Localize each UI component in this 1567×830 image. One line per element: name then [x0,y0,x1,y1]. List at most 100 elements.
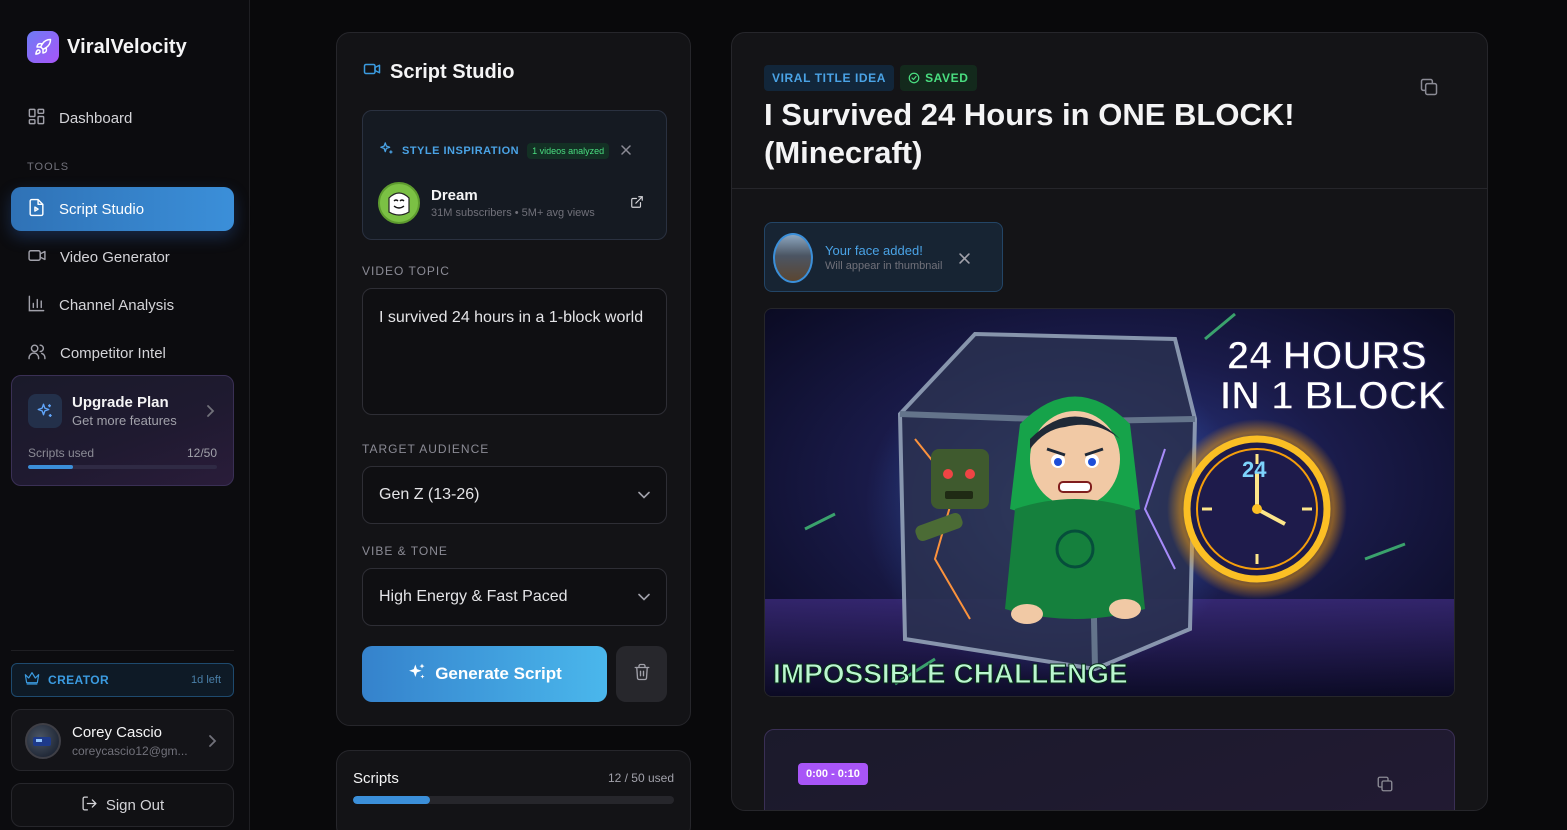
face-added-notice: Your face added! Will appear in thumbnai… [764,222,1003,292]
sidebar-item-label: Channel Analysis [59,296,175,314]
video-title: I Survived 24 Hours in ONE BLOCK! (Minec… [764,97,1295,170]
chevron-right-icon [205,404,215,423]
channel-name: Dream [431,187,478,204]
sparkles-icon [407,662,427,687]
file-play-icon [27,198,46,221]
trash-icon [633,662,651,687]
sidebar-item-label: Script Studio [59,200,145,218]
wand-sparkles-icon [379,141,394,161]
clear-button[interactable] [616,646,667,702]
style-inspiration-label: STYLE INSPIRATION [402,145,520,157]
scripts-usage-count: 12 / 50 used [607,771,674,785]
sidebar-item-label: Dashboard [59,109,133,127]
scripts-usage-card: Scripts 12 / 50 used [336,750,691,830]
check-circle-icon [908,72,920,84]
scripts-usage-progress-fill [353,796,431,804]
upgrade-plan-card[interactable]: Upgrade Plan Get more features Scripts u… [11,375,234,486]
app-logo[interactable]: ViralVelocity [27,31,187,63]
target-audience-value: Gen Z (13-26) [379,486,480,503]
sidebar: ViralVelocity Dashboard TOOLS Script Stu… [0,0,250,830]
channel-stats: 31M subscribers • 5M+ avg views [431,207,595,219]
logout-icon [81,795,98,816]
video-topic-label: VIDEO TOPIC [362,264,450,278]
sidebar-item-competitor-intel[interactable]: Competitor Intel [11,331,234,375]
vibe-tone-label: VIBE & TONE [362,544,448,558]
videos-analyzed-badge: 1 videos analyzed [527,143,610,159]
vibe-tone-select[interactable]: High Energy & Fast Paced [362,568,667,626]
generate-script-button[interactable]: Generate Script [362,646,607,702]
hoodie-character [1005,396,1145,624]
sidebar-item-dashboard[interactable]: Dashboard [11,96,234,140]
copy-icon[interactable] [1376,775,1394,798]
sign-out-label: Sign Out [105,796,165,814]
chevron-right-icon [207,734,217,753]
avatar [25,723,61,759]
rocket-icon [27,31,59,63]
video-camera-icon [362,60,382,84]
user-profile-card[interactable]: Corey Cascio coreycascio12@gm... [11,709,234,771]
user-email: coreycascio12@gm... [72,744,188,758]
video-topic-input[interactable]: I survived 24 hours in a 1-block world [362,288,667,415]
external-link-icon[interactable] [630,195,644,214]
sidebar-item-channel-analysis[interactable]: Channel Analysis [11,283,234,327]
clock-number: 24 [1242,457,1267,482]
saved-badge: SAVED [900,65,977,91]
face-thumbnail [773,233,813,283]
vibe-tone-value: High Energy & Fast Paced [379,588,568,605]
saved-badge-text: SAVED [925,71,969,85]
title-badges: VIRAL TITLE IDEA SAVED [764,65,977,91]
chevron-down-icon [638,491,650,499]
tools-section-heading: TOOLS [27,161,70,173]
thumbnail-headline-line1: 24 HOURS [1227,334,1427,378]
scene-time-badge: 0:00 - 0:10 [798,763,868,785]
close-icon[interactable] [959,251,970,269]
plan-time-left: 1d left [191,674,221,686]
face-added-title: Your face added! [825,243,923,258]
user-name: Corey Cascio [72,724,163,741]
users-icon [27,342,47,365]
plan-name: CREATOR [48,673,110,687]
script-scene-card: 0:00 - 0:10 [764,729,1455,810]
plan-badge[interactable]: CREATOR 1d left [11,663,234,697]
style-inspiration-header: STYLE INSPIRATION 1 videos analyzed [379,141,631,161]
sidebar-item-label: Competitor Intel [60,344,166,362]
upgrade-subtitle: Get more features [72,413,177,428]
sidebar-item-video-generator[interactable]: Video Generator [11,235,234,279]
sidebar-item-label: Video Generator [60,248,170,266]
target-audience-select[interactable]: Gen Z (13-26) [362,466,667,524]
sparkles-icon [28,394,62,428]
viral-title-badge: VIRAL TITLE IDEA [764,65,895,91]
scripts-usage-progress [353,796,674,804]
scripts-used-value: 12/50 [186,446,217,460]
copy-icon[interactable] [1419,77,1439,102]
divider [732,188,1487,189]
scripts-used-progress-fill [28,465,74,469]
chevron-down-icon [638,593,650,601]
app-name: ViralVelocity [67,35,187,58]
target-audience-label: TARGET AUDIENCE [362,442,490,456]
thumbnail-headline-line2: IN 1 BLOCK [1220,374,1447,418]
scripts-used-progress [28,465,217,469]
face-added-subtitle: Will appear in thumbnail [825,260,943,272]
scripts-usage-title: Scripts [353,770,399,787]
generated-thumbnail[interactable]: 24 24 HOURS IN 1 BLOCK IMPOSSIBLE CHALLE… [764,308,1455,697]
style-inspiration-card: STYLE INSPIRATION 1 videos analyzed Drea… [362,110,667,240]
channel-avatar [378,182,420,224]
clock-graphic [1167,419,1347,599]
video-camera-icon [27,246,47,269]
bar-chart-icon [27,294,46,317]
grid-icon [27,107,46,130]
sidebar-item-script-studio[interactable]: Script Studio [11,187,234,231]
script-studio-panel: Script Studio STYLE INSPIRATION 1 videos… [336,32,691,726]
upgrade-title: Upgrade Plan [72,394,169,411]
sign-out-button[interactable]: Sign Out [11,783,234,827]
panel-title: Script Studio [362,60,514,84]
thumbnail-banner: IMPOSSIBLE CHALLENGE [773,658,1128,689]
generate-script-label: Generate Script [435,664,562,683]
script-output-panel: VIRAL TITLE IDEA SAVED I Survived 24 Hou… [731,32,1488,811]
close-icon[interactable] [621,142,631,160]
crown-icon [24,671,40,690]
panel-title-text: Script Studio [390,60,515,83]
sidebar-divider [11,650,234,651]
scripts-used-label: Scripts used [28,446,95,460]
